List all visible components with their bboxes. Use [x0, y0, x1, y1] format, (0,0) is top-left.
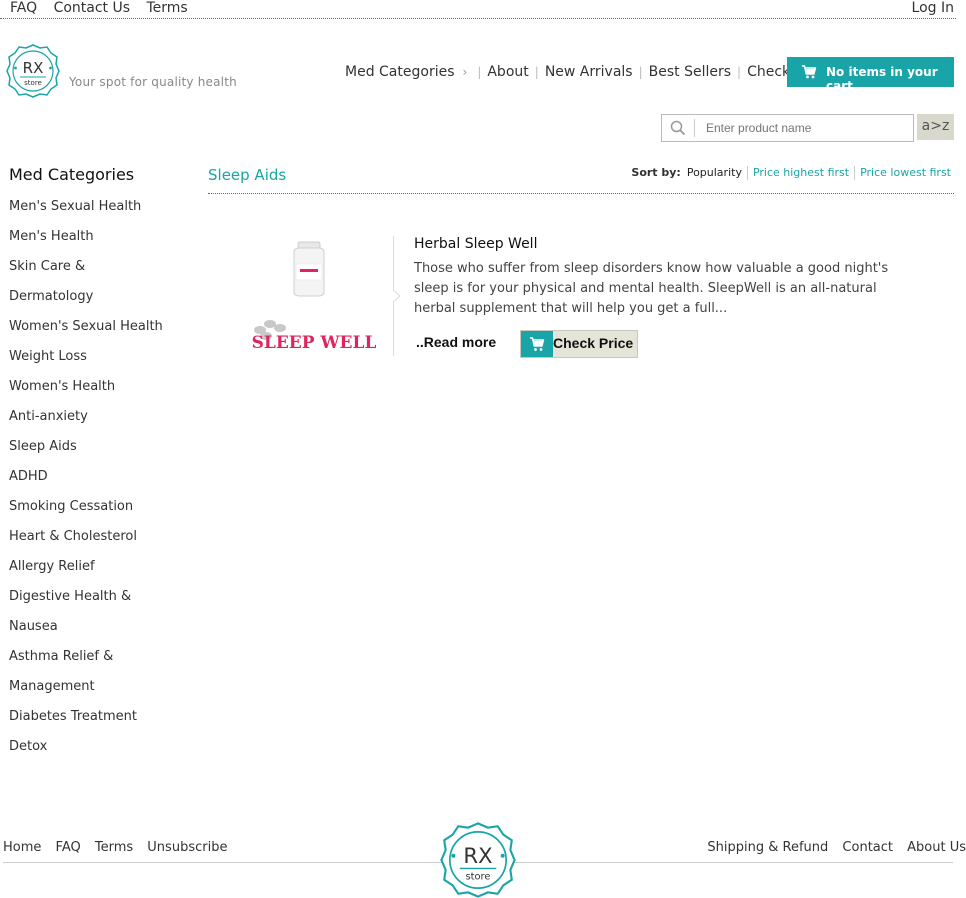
cart-button[interactable]: No items in your cart [787, 57, 954, 93]
sidebar-item-anti-anxiety[interactable]: Anti-anxiety [9, 402, 163, 432]
sort-separator [854, 166, 856, 180]
footer-link-contact[interactable]: Contact [842, 840, 893, 855]
search-input[interactable] [706, 120, 902, 136]
chevron-right-icon [393, 290, 401, 302]
nav-med-categories[interactable]: Med Categories [345, 64, 455, 80]
search-divider [694, 119, 695, 137]
cart-icon-box [521, 331, 553, 357]
product-brand-text: SLEEP WELL [252, 333, 376, 353]
sidebar-item-dermatology[interactable]: Dermatology [9, 282, 163, 312]
sidebar-item-smoking-cessation[interactable]: Smoking Cessation [9, 492, 163, 522]
top-link-faq[interactable]: FAQ [10, 0, 37, 16]
nav-separator: | [477, 65, 482, 79]
footer-link-faq[interactable]: FAQ [56, 840, 81, 855]
footer-left-links: Home FAQ Terms Unsubscribe [3, 840, 237, 855]
sidebar-item-womens-sexual-health[interactable]: Women's Sexual Health [9, 312, 163, 342]
sidebar-item-detox[interactable]: Detox [9, 732, 163, 762]
sidebar-item-womens-health[interactable]: Women's Health [9, 372, 163, 402]
footer-link-unsubscribe[interactable]: Unsubscribe [147, 840, 227, 855]
sidebar-item-nausea[interactable]: Nausea [9, 612, 163, 642]
nav-separator: | [737, 65, 742, 79]
nav-best-sellers[interactable]: Best Sellers [649, 64, 731, 80]
sort-separator [746, 166, 748, 180]
sort-popularity[interactable]: Popularity [687, 166, 742, 179]
nav-new-arrivals[interactable]: New Arrivals [545, 64, 633, 80]
product-image[interactable]: SLEEP WELL [246, 238, 376, 356]
main-nav: Med Categories › | About | New Arrivals | Best … [345, 64, 813, 80]
product-title[interactable]: Herbal Sleep Well [414, 236, 537, 252]
tagline: Your spot for quality health [69, 75, 237, 89]
nav-separator: | [638, 65, 643, 79]
footer-logo-sub: store [466, 872, 491, 883]
cart-icon [802, 65, 817, 79]
logo-text: RX [23, 59, 44, 77]
sort-price-lowest[interactable]: Price lowest first [860, 166, 951, 179]
read-more-link[interactable]: ..Read more [416, 334, 496, 350]
logo-sub: store [24, 79, 42, 87]
footer-rx-store-logo[interactable]: RX store [440, 822, 516, 898]
chevron-right-icon: › [462, 65, 468, 79]
sort-price-highest[interactable]: Price highest first [753, 166, 849, 179]
sort-label: Sort by: [631, 166, 681, 179]
sidebar-categories: Men's Sexual Health Men's Health Skin Ca… [9, 192, 163, 762]
top-links: FAQ Contact Us Terms [10, 0, 200, 16]
nav-separator: | [534, 65, 539, 79]
search-icon[interactable] [670, 120, 686, 136]
sidebar-item-asthma-relief[interactable]: Asthma Relief & [9, 642, 163, 672]
footer-right-links: Shipping & Refund Contact About Us [707, 840, 966, 855]
sidebar-item-mens-health[interactable]: Men's Health [9, 222, 163, 252]
top-link-contact-us[interactable]: Contact Us [54, 0, 130, 16]
product-description: Those who suffer from sleep disorders kn… [414, 261, 889, 316]
cart-icon [530, 337, 545, 351]
sidebar-item-digestive-health[interactable]: Digestive Health & [9, 582, 163, 612]
sidebar-item-heart-cholesterol[interactable]: Heart & Cholesterol [9, 522, 163, 552]
footer-link-about-us[interactable]: About Us [907, 840, 966, 855]
sidebar-item-adhd[interactable]: ADHD [9, 462, 163, 492]
az-sort-button[interactable]: a>z [917, 114, 954, 140]
check-price-label: Check Price [553, 335, 634, 351]
check-price-button[interactable]: Check Price [520, 330, 638, 358]
search-box [661, 114, 914, 142]
top-bar: FAQ Contact Us Terms Log In [0, 0, 956, 19]
footer-link-terms[interactable]: Terms [95, 840, 133, 855]
category-title: Sleep Aids [208, 166, 287, 184]
sidebar-item-allergy-relief[interactable]: Allergy Relief [9, 552, 163, 582]
cart-label: No items in your cart [826, 65, 938, 93]
sidebar-item-sleep-aids[interactable]: Sleep Aids [9, 432, 163, 462]
sidebar-item-mens-sexual-health[interactable]: Men's Sexual Health [9, 192, 163, 222]
top-link-terms[interactable]: Terms [147, 0, 188, 16]
login-link[interactable]: Log In [912, 0, 954, 16]
sidebar-item-skin-care[interactable]: Skin Care & [9, 252, 163, 282]
footer-link-home[interactable]: Home [3, 840, 41, 855]
sidebar-item-diabetes-treatment[interactable]: Diabetes Treatment [9, 702, 163, 732]
sort-bar: Sort by: Popularity Price highest first Pri… [631, 166, 951, 180]
sidebar-item-management[interactable]: Management [9, 672, 163, 702]
main-divider [208, 193, 954, 194]
sidebar-item-weight-loss[interactable]: Weight Loss [9, 342, 163, 372]
footer-logo-text: RX [463, 843, 492, 868]
sidebar-title: Med Categories [9, 165, 135, 184]
nav-about[interactable]: About [487, 64, 528, 80]
footer-link-shipping-refund[interactable]: Shipping & Refund [707, 840, 828, 855]
rx-store-logo[interactable]: RX store [6, 44, 60, 98]
